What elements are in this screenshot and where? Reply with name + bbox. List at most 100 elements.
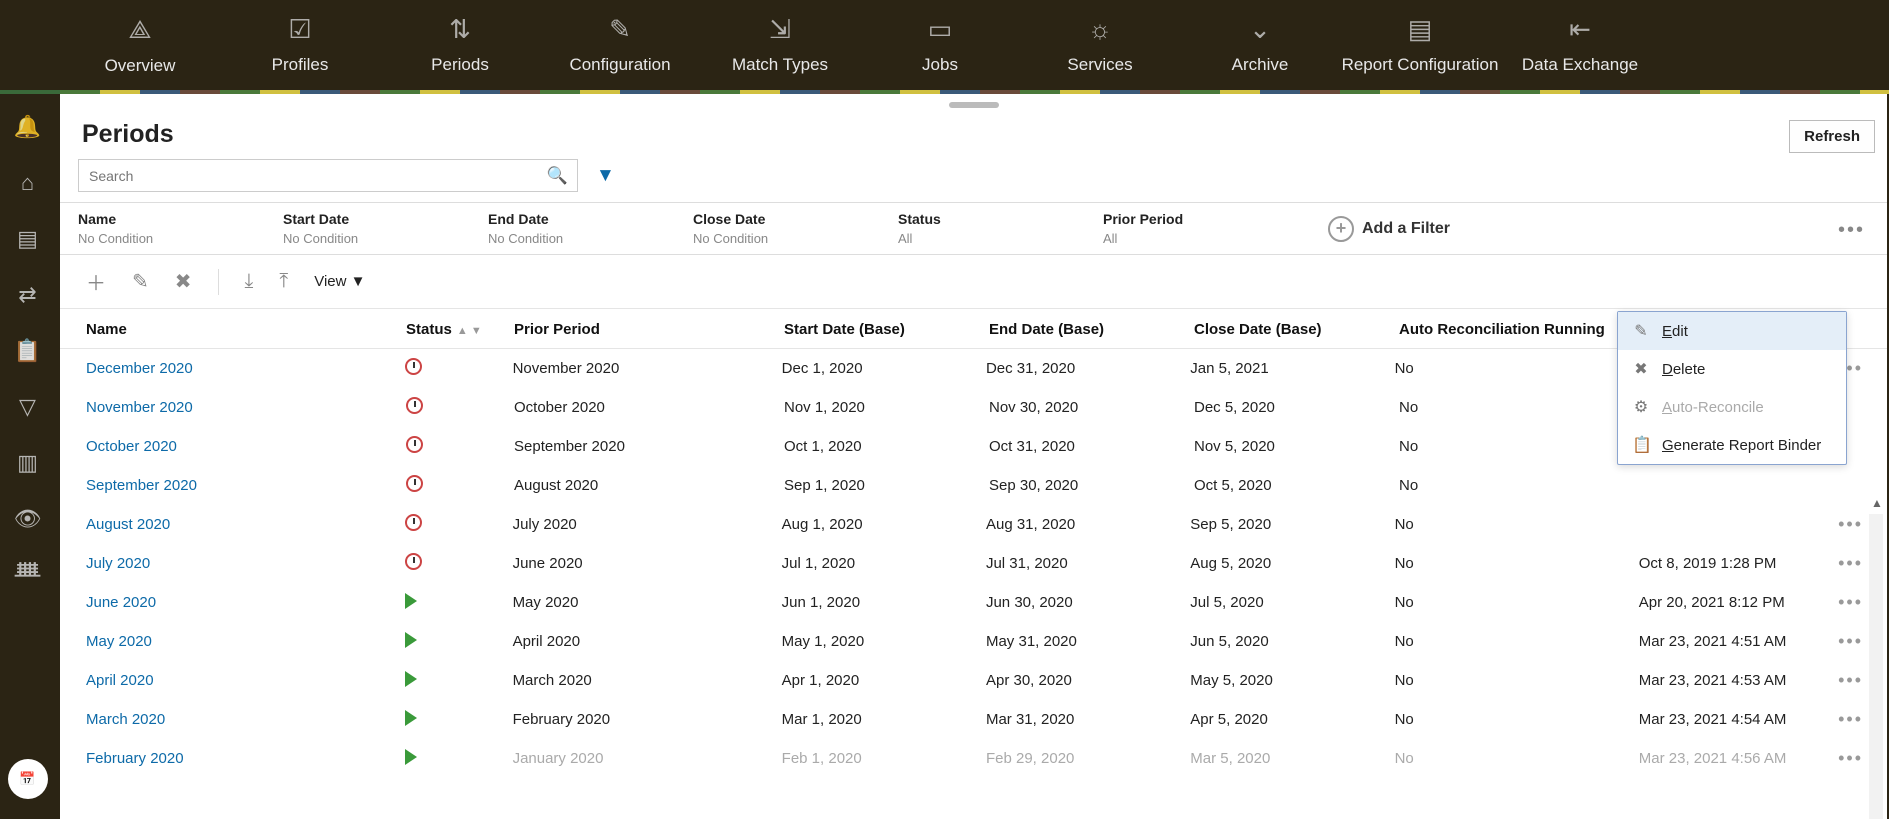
table-row[interactable]: February 2020January 2020Feb 1, 2020Feb …	[60, 739, 1887, 778]
header-end[interactable]: End Date (Base)	[989, 321, 1194, 338]
nav-match-types[interactable]: ⇲Match Types	[700, 14, 860, 90]
nav-services[interactable]: ☼Services	[1020, 14, 1180, 90]
period-link[interactable]: May 2020	[86, 633, 152, 650]
nav-profiles[interactable]: ☑Profiles	[220, 14, 380, 90]
period-link[interactable]: November 2020	[86, 399, 193, 416]
search-input[interactable]	[78, 159, 578, 192]
drag-handle[interactable]	[949, 102, 999, 108]
cell-close: Dec 5, 2020	[1194, 399, 1399, 416]
cell-close: Oct 5, 2020	[1194, 477, 1399, 494]
header-status[interactable]: Status ▲ ▼	[406, 321, 514, 338]
table-row[interactable]: May 2020April 2020May 1, 2020May 31, 202…	[60, 622, 1887, 661]
cell-close: Aug 5, 2020	[1190, 555, 1394, 572]
doc-gear-icon[interactable]: ▤	[17, 226, 38, 252]
eye-icon[interactable]: 👁	[14, 506, 42, 532]
edit-icon[interactable]: ✎	[132, 269, 149, 294]
period-link[interactable]: October 2020	[86, 438, 177, 455]
row-actions-icon[interactable]: •••	[1838, 592, 1863, 613]
row-actions-icon[interactable]: •••	[1838, 514, 1863, 535]
report-icon[interactable]: ▥	[17, 450, 38, 476]
cell-auto: No	[1395, 750, 1639, 767]
filter-label: Start Date	[283, 211, 488, 227]
header-prior[interactable]: Prior Period	[514, 321, 784, 338]
clipboard-icon[interactable]: 📋	[14, 338, 41, 364]
nav-jobs[interactable]: ▭Jobs	[860, 14, 1020, 90]
search-icon[interactable]: 🔍	[547, 166, 568, 186]
scroll-track[interactable]	[1869, 514, 1883, 819]
cell-start: Dec 1, 2020	[782, 360, 986, 377]
refresh-button[interactable]: Refresh	[1789, 120, 1875, 153]
hierarchy-icon[interactable]: ᚙ	[15, 562, 40, 588]
export-icon[interactable]: ⤒	[279, 270, 288, 293]
period-link[interactable]: December 2020	[86, 360, 193, 377]
nav-overview[interactable]: ⟁Overview	[60, 14, 220, 90]
cell-start: Mar 1, 2020	[782, 711, 986, 728]
table-row[interactable]: June 2020May 2020Jun 1, 2020Jun 30, 2020…	[60, 583, 1887, 622]
header-name[interactable]: Name	[86, 321, 406, 338]
header-close[interactable]: Close Date (Base)	[1194, 321, 1399, 338]
vertical-scrollbar[interactable]: ▲	[1867, 494, 1885, 819]
add-filter-button[interactable]: + Add a Filter	[1328, 211, 1450, 246]
nav-report-configuration[interactable]: ▤Report Configuration	[1340, 14, 1500, 90]
row-actions-icon[interactable]: •••	[1838, 748, 1863, 769]
filter-label: Prior Period	[1103, 211, 1308, 227]
menu-delete[interactable]: ✖Delete	[1618, 350, 1846, 388]
filter-more-icon[interactable]: •••	[1838, 219, 1865, 242]
period-link[interactable]: August 2020	[86, 516, 170, 533]
menu-item-label: Edit	[1662, 323, 1688, 340]
delete-icon[interactable]: ✖	[175, 269, 192, 294]
period-link[interactable]: September 2020	[86, 477, 197, 494]
filter-start-date[interactable]: Start DateNo Condition	[283, 211, 488, 246]
period-link[interactable]: July 2020	[86, 555, 150, 572]
nav-icon: ⇤	[1500, 14, 1660, 45]
table-row[interactable]: September 2020August 2020Sep 1, 2020Sep …	[60, 466, 1887, 505]
row-actions-icon[interactable]: •••	[1838, 631, 1863, 652]
header-auto[interactable]: Auto Reconciliation Running	[1399, 321, 1644, 338]
period-link[interactable]: April 2020	[86, 672, 154, 689]
row-actions-icon[interactable]: •••	[1838, 553, 1863, 574]
view-dropdown[interactable]: View ▼	[314, 273, 365, 290]
filter-icon[interactable]: ▼	[596, 165, 615, 187]
exchange-icon[interactable]: ⇄	[18, 282, 36, 308]
nav-periods[interactable]: ⇅Periods	[380, 14, 540, 90]
home-icon[interactable]: ⌂	[21, 170, 34, 196]
table-row[interactable]: October 2020September 2020Oct 1, 2020Oct…	[60, 427, 1887, 466]
menu-generate-report-binder[interactable]: 📋Generate Report Binder	[1618, 426, 1846, 464]
menu-item-icon: 📋	[1632, 435, 1650, 455]
menu-item-label: Auto-Reconcile	[1662, 399, 1764, 416]
table-row[interactable]: August 2020July 2020Aug 1, 2020Aug 31, 2…	[60, 505, 1887, 544]
calendar-circle-icon[interactable]: 📅	[8, 759, 48, 799]
nav-icon: ⌄	[1180, 14, 1340, 45]
row-actions-icon[interactable]: •••	[1838, 709, 1863, 730]
period-link[interactable]: June 2020	[86, 594, 156, 611]
filter-prior-period[interactable]: Prior PeriodAll	[1103, 211, 1308, 246]
nav-configuration[interactable]: ✎Configuration	[540, 14, 700, 90]
table-row[interactable]: July 2020June 2020Jul 1, 2020Jul 31, 202…	[60, 544, 1887, 583]
filter-close-date[interactable]: Close DateNo Condition	[693, 211, 898, 246]
menu-edit[interactable]: ✎Edit	[1618, 312, 1846, 350]
cell-end: Sep 30, 2020	[989, 477, 1194, 494]
nav-icon: ⇅	[380, 14, 540, 45]
period-link[interactable]: March 2020	[86, 711, 165, 728]
status-open-icon	[405, 671, 417, 687]
row-actions-icon[interactable]: •••	[1838, 670, 1863, 691]
scroll-up-icon[interactable]: ▲	[1871, 496, 1883, 510]
table-row[interactable]: April 2020March 2020Apr 1, 2020Apr 30, 2…	[60, 661, 1887, 700]
funnel-icon[interactable]: ▽	[19, 394, 36, 420]
cell-prior: March 2020	[513, 672, 782, 689]
header-start[interactable]: Start Date (Base)	[784, 321, 989, 338]
filter-status[interactable]: StatusAll	[898, 211, 1103, 246]
filter-bar: NameNo ConditionStart DateNo ConditionEn…	[60, 202, 1887, 255]
period-link[interactable]: February 2020	[86, 750, 184, 767]
table-row[interactable]: March 2020February 2020Mar 1, 2020Mar 31…	[60, 700, 1887, 739]
table-row[interactable]: November 2020October 2020Nov 1, 2020Nov …	[60, 388, 1887, 427]
add-icon[interactable]: ＋	[86, 267, 106, 296]
bell-icon[interactable]: 🔔	[14, 114, 41, 140]
import-icon[interactable]: ⤓	[245, 270, 254, 293]
filter-end-date[interactable]: End DateNo Condition	[488, 211, 693, 246]
filter-name[interactable]: NameNo Condition	[78, 211, 283, 246]
table-row[interactable]: December 2020November 2020Dec 1, 2020Dec…	[60, 349, 1887, 388]
nav-data-exchange[interactable]: ⇤Data Exchange	[1500, 14, 1660, 90]
filter-label: Close Date	[693, 211, 898, 227]
nav-archive[interactable]: ⌄Archive	[1180, 14, 1340, 90]
